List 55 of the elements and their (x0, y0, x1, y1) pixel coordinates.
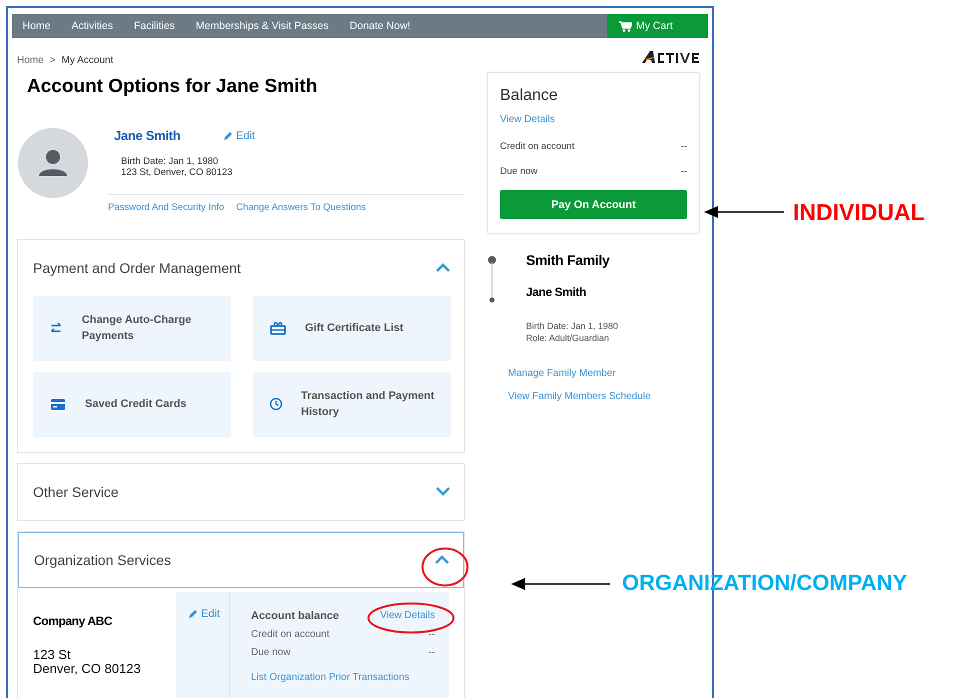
view-details-link[interactable]: View Details (500, 114, 555, 125)
family-name: Smith Family (526, 252, 611, 268)
chevron-down-icon[interactable] (436, 487, 450, 496)
balance-value: -- (680, 141, 687, 152)
family-link[interactable]: View Family Members Schedule (508, 391, 700, 402)
cart-button[interactable]: My Cart (607, 14, 708, 38)
member-details: Birth Date: Jan 1, 1980 Role: Adult/Guardian (526, 321, 618, 344)
balance-value: -- (428, 646, 435, 658)
breadcrumb-separator: > (50, 55, 56, 66)
edit-link[interactable]: Edit (224, 130, 255, 142)
chevron-up-icon[interactable] (435, 555, 449, 564)
person-icon (38, 149, 68, 177)
balance-label: Credit on account (251, 628, 330, 640)
menu-tile[interactable]: Change Auto-Charge Payments (33, 296, 231, 361)
balance-label: Due now (251, 646, 290, 658)
family-link[interactable]: Manage Family Member (508, 368, 700, 380)
account-link[interactable]: Password And Security Info (108, 202, 224, 213)
gift-icon (269, 319, 287, 338)
cart-icon (619, 20, 632, 32)
balance-label: Credit on account (500, 141, 574, 152)
member-name: Jane Smith (526, 285, 588, 299)
pay-button[interactable]: Pay On Account (500, 190, 687, 219)
pencil-icon (224, 131, 233, 140)
balance-value: -- (428, 628, 435, 640)
timeline-drawing (488, 256, 496, 304)
chevron-up-icon[interactable] (436, 263, 450, 272)
breadcrumb-item[interactable]: Home (17, 55, 44, 66)
menu-tile[interactable]: Transaction and Payment History (253, 372, 451, 437)
transactions-link[interactable]: List Organization Prior Transactions (251, 672, 435, 683)
logo-drawing (642, 50, 700, 66)
section-header[interactable]: Organization Services (18, 532, 464, 588)
edit-link[interactable]: Edit (189, 608, 229, 620)
pencil-icon (189, 609, 198, 618)
page-title: Account Options for Jane Smith (27, 76, 318, 98)
annotation-label: INDIVIDUAL (793, 199, 925, 226)
section-header[interactable]: Payment and Order Management (18, 240, 464, 296)
menu-tile[interactable]: Saved Credit Cards (33, 372, 231, 437)
organization-address: 123 St Denver, CO 80123 (33, 648, 142, 676)
profile-details: Birth Date: Jan 1, 1980 123 St, Denver, CO 80123 (121, 157, 234, 179)
nav-link[interactable]: Facilities (123, 20, 186, 32)
balance-label: Due now (500, 166, 538, 177)
profile-name: Jane Smith (114, 128, 182, 143)
nav-link[interactable]: Memberships & Visit Passes (185, 20, 340, 32)
nav-link[interactable]: Activities (61, 20, 124, 32)
nav-link[interactable]: Home (12, 20, 62, 32)
balance-value: -- (680, 166, 687, 177)
highlight-circle (421, 547, 469, 587)
balance-heading: Balance (500, 87, 559, 105)
balance-heading: Account balance (251, 610, 340, 622)
nav-link[interactable]: Donate Now! (339, 20, 421, 32)
menu-tile[interactable]: Gift Certificate List (253, 296, 451, 361)
organization-name: Company ABC (33, 614, 114, 628)
section-header[interactable]: Other Service (18, 464, 464, 520)
account-link[interactable]: Change Answers To Questions (236, 202, 366, 213)
breadcrumb-item[interactable]: My Account (62, 55, 114, 66)
